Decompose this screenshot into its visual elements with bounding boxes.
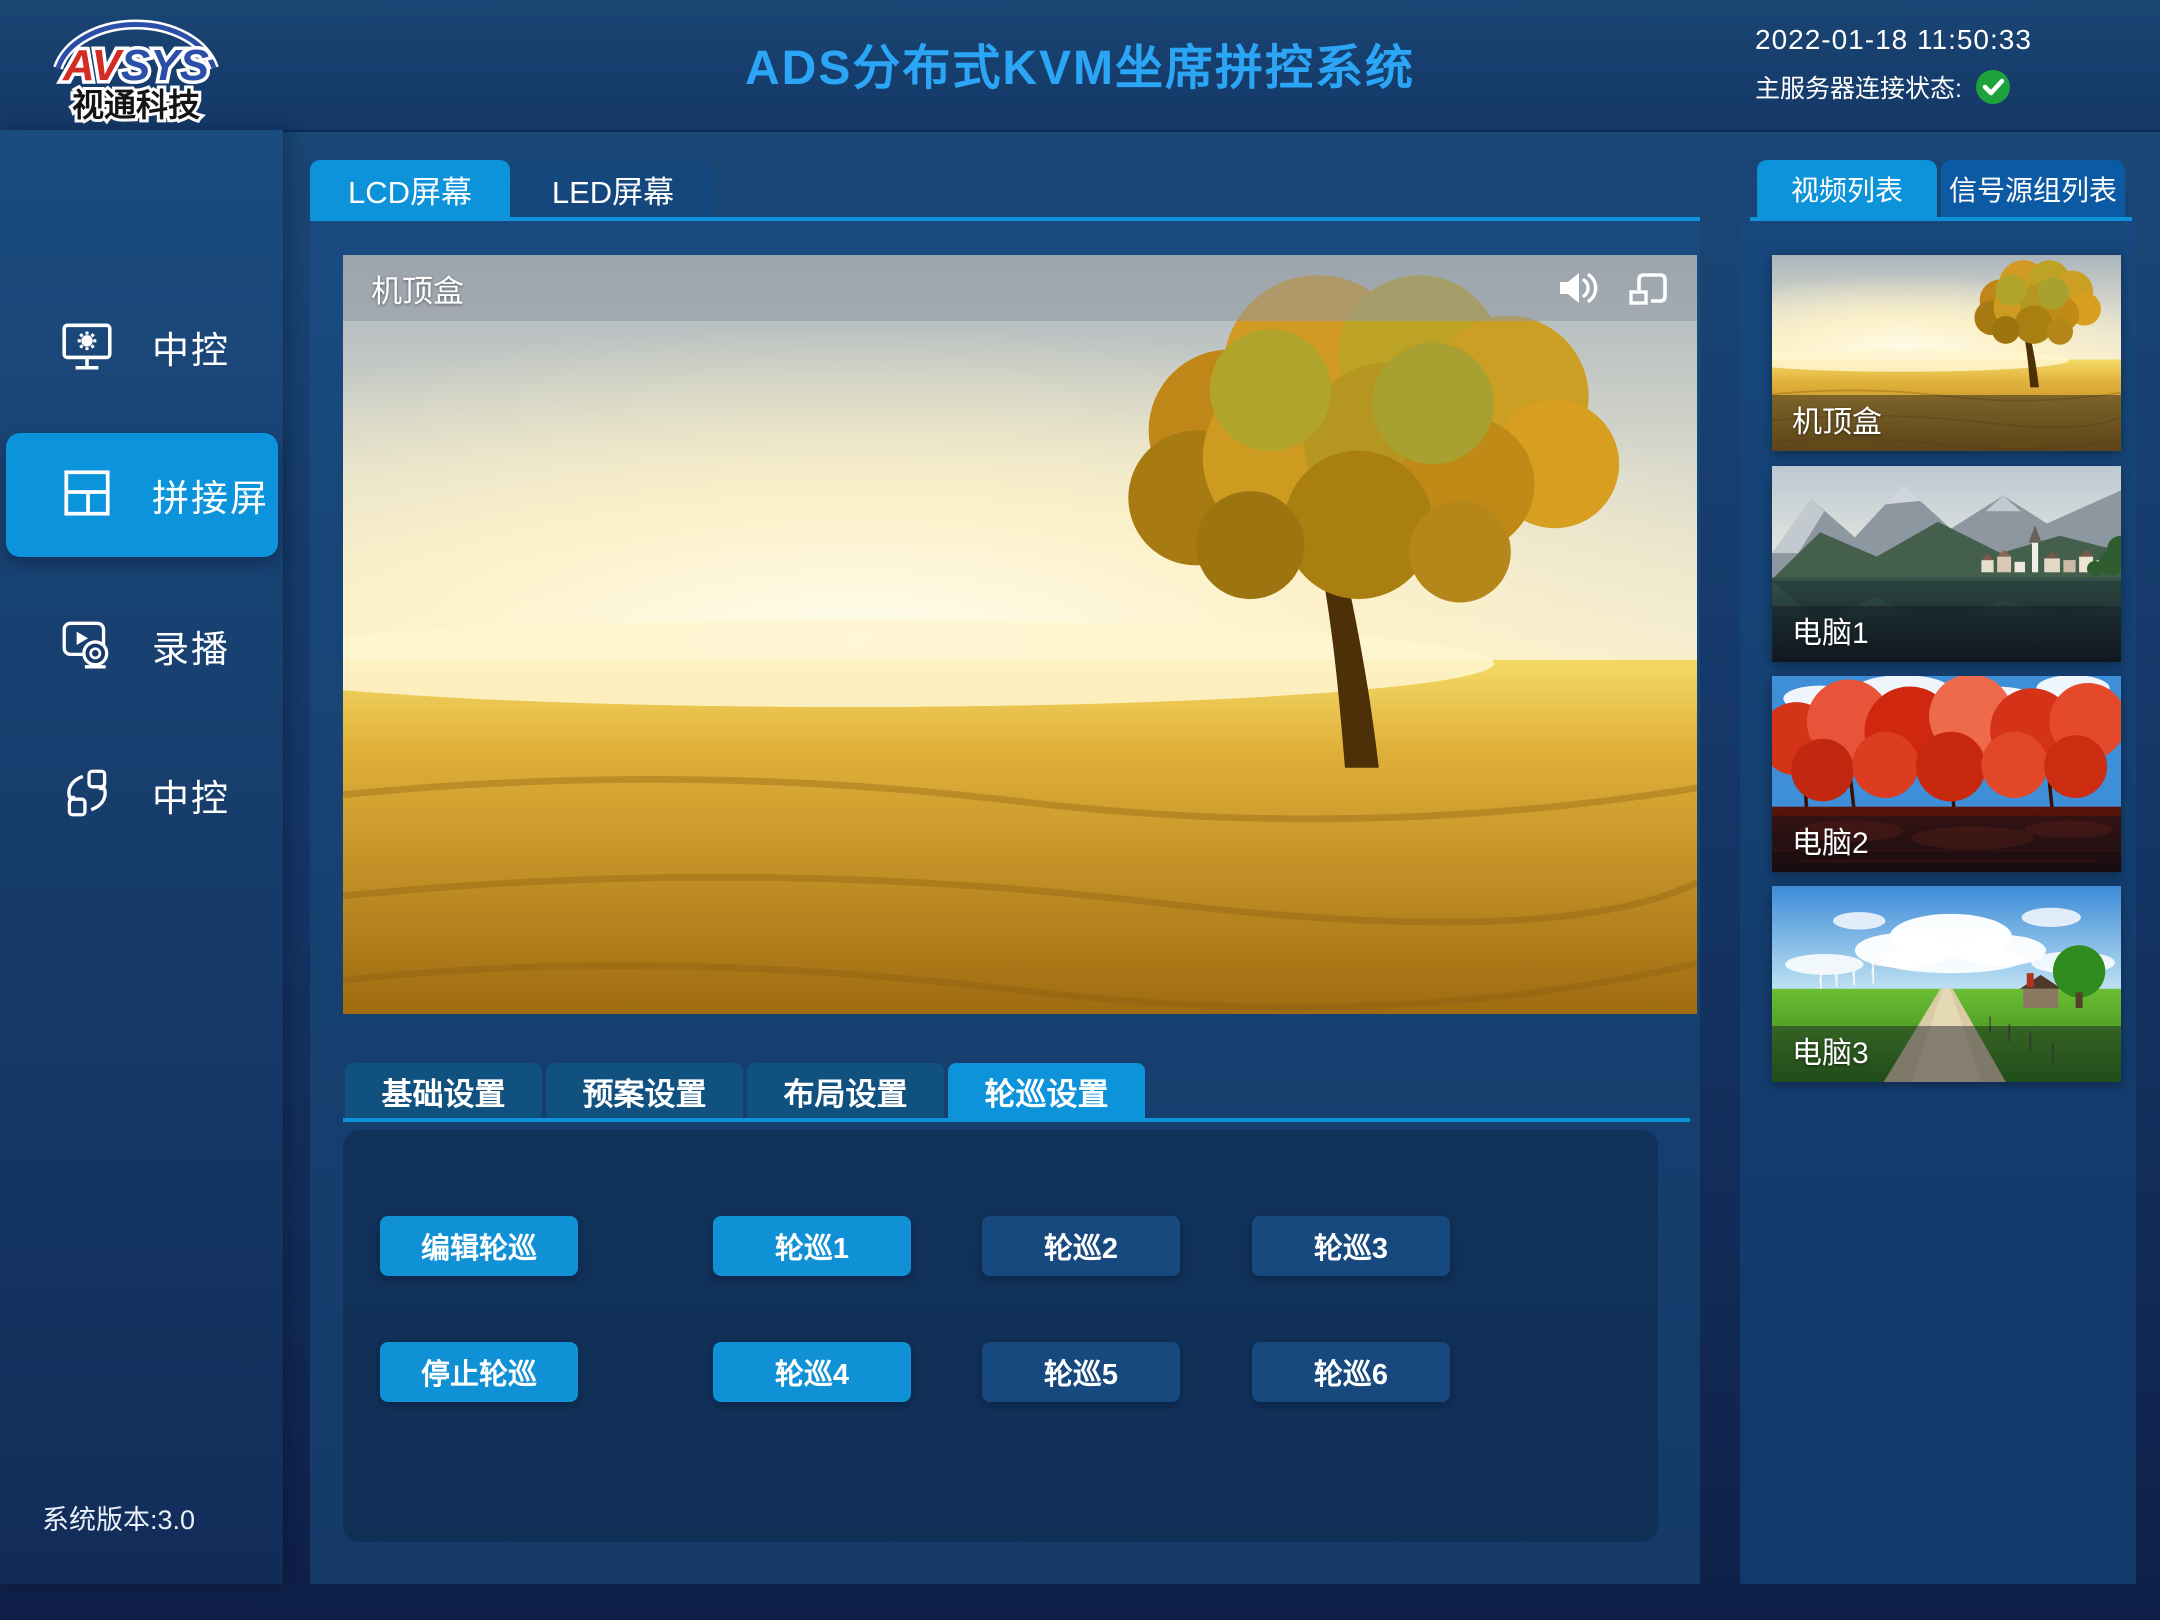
- app-root: AVSYS 视通科技 ADS分布式KVM坐席拼控系统 2022-01-18 11…: [0, 0, 2160, 1620]
- tab-layout-settings[interactable]: 布局设置: [747, 1063, 944, 1119]
- tour-1-button[interactable]: 轮巡1: [713, 1216, 911, 1276]
- source-tabs-underline: [1750, 217, 2132, 221]
- screen-type-tabs: LCD屏幕LED屏幕: [310, 160, 713, 218]
- split-screen-icon: [58, 464, 116, 527]
- server-status-label: 主服务器连接状态:: [1755, 69, 1962, 105]
- video-thumb-pc1[interactable]: 电脑1: [1772, 466, 2121, 662]
- tab-video-list[interactable]: 视频列表: [1757, 160, 1937, 218]
- tour-6-button[interactable]: 轮巡6: [1252, 1342, 1450, 1402]
- preview-source-label: 机顶盒: [371, 266, 464, 311]
- sidebar-item-label: 中控: [152, 768, 230, 822]
- tab-tour-settings[interactable]: 轮巡设置: [948, 1063, 1145, 1119]
- system-version-text: 系统版本:3.0: [42, 1498, 195, 1537]
- thumb-label: 电脑2: [1792, 818, 1869, 862]
- speaker-icon[interactable]: [1555, 268, 1599, 308]
- thumb-label: 电脑3: [1792, 1028, 1869, 1072]
- tab-lcd-screen[interactable]: LCD屏幕: [310, 160, 510, 218]
- fullscreen-icon[interactable]: [1627, 268, 1669, 308]
- thumb-label: 机顶盒: [1792, 397, 1882, 441]
- edit-tour-button[interactable]: 编辑轮巡: [380, 1216, 578, 1276]
- source-list-tabs: 视频列表信号源组列表: [1757, 160, 2125, 218]
- app-header: AVSYS 视通科技 ADS分布式KVM坐席拼控系统 2022-01-18 11…: [0, 0, 2160, 132]
- tour-5-button[interactable]: 轮巡5: [982, 1342, 1180, 1402]
- thumb-label: 电脑1: [1792, 608, 1869, 652]
- settings-tabs: 基础设置预案设置布局设置轮巡设置: [345, 1063, 1145, 1119]
- header-status-block: 2022-01-18 11:50:33 主服务器连接状态:: [1755, 24, 2032, 106]
- preview-title-bar: 机顶盒: [343, 255, 1697, 321]
- sidebar-item-central-control[interactable]: 中控: [6, 285, 278, 409]
- video-thumb-stb[interactable]: 机顶盒: [1772, 255, 2121, 451]
- video-preview-window[interactable]: 机顶盒: [343, 255, 1697, 1014]
- screen-tabs-underline: [310, 217, 1700, 221]
- datetime-text: 2022-01-18 11:50:33: [1755, 24, 2032, 56]
- sidebar-item-label: 录播: [152, 619, 230, 673]
- record-camera-icon: [58, 615, 116, 678]
- status-ok-check-icon: [1974, 68, 2012, 106]
- stop-tour-button[interactable]: 停止轮巡: [380, 1342, 578, 1402]
- tour-2-button[interactable]: 轮巡2: [982, 1216, 1180, 1276]
- sidebar-item-video-wall[interactable]: 拼接屏: [6, 433, 278, 557]
- tab-preset-settings[interactable]: 预案设置: [546, 1063, 743, 1119]
- tab-led-screen[interactable]: LED屏幕: [513, 160, 713, 218]
- sidebar-item-label: 拼接屏: [152, 468, 269, 522]
- tab-basic-settings[interactable]: 基础设置: [345, 1063, 542, 1119]
- tour-3-button[interactable]: 轮巡3: [1252, 1216, 1450, 1276]
- settings-tabs-underline: [343, 1118, 1690, 1122]
- tour-settings-panel: 编辑轮巡 轮巡1 轮巡2 轮巡3 停止轮巡 轮巡4 轮巡5 轮巡6: [343, 1130, 1658, 1542]
- main-panel: LCD屏幕LED屏幕 机顶盒: [310, 160, 1700, 1584]
- video-thumb-pc2[interactable]: 电脑2: [1772, 676, 2121, 872]
- sync-blocks-icon: [58, 764, 116, 827]
- sidebar-item-central-control-2[interactable]: 中控: [6, 733, 278, 857]
- sidebar-item-recording[interactable]: 录播: [6, 584, 278, 708]
- sidebar-item-label: 中控: [152, 320, 230, 374]
- tab-signal-group-list[interactable]: 信号源组列表: [1941, 160, 2125, 218]
- sidebar-nav: 中控 拼接屏 录播 中控 系统版本:3.0: [0, 130, 283, 1584]
- monitor-gear-icon: [58, 316, 116, 379]
- tour-4-button[interactable]: 轮巡4: [713, 1342, 911, 1402]
- video-thumb-pc3[interactable]: 电脑3: [1772, 886, 2121, 1082]
- source-list-panel: 视频列表信号源组列表 机顶盒 电脑1 电脑2: [1706, 160, 2140, 1584]
